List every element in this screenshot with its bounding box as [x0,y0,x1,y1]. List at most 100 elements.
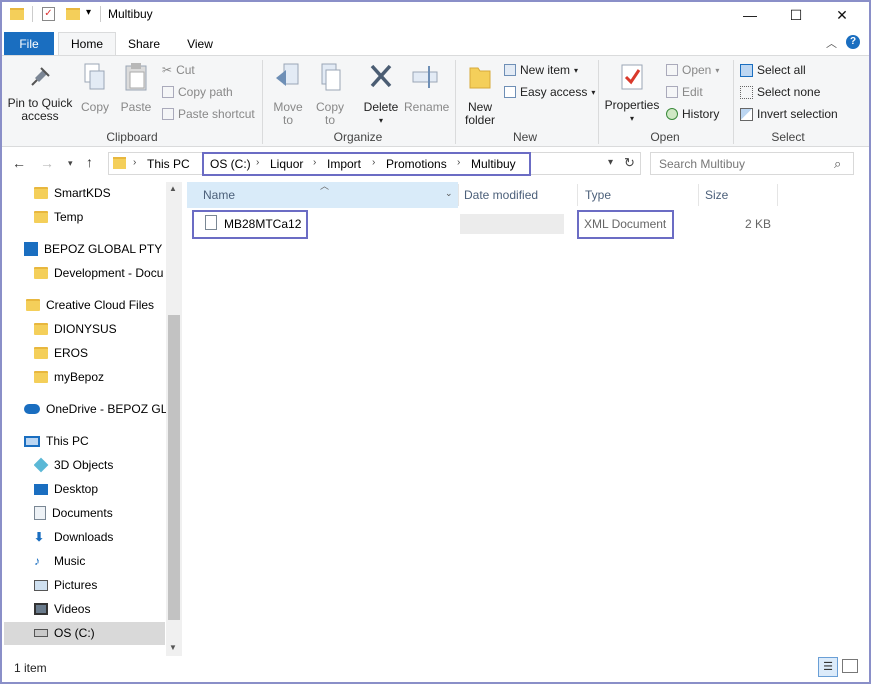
breadcrumb-multibuy[interactable]: Multibuy [471,157,516,171]
large-icons-view-icon[interactable] [842,659,858,673]
nav-item-development-docs[interactable]: Development - Docu [34,262,166,284]
pin-quick-access-button[interactable]: Pin to Quick access [6,64,74,123]
file-size: 2 KB [744,217,771,231]
forward-arrow-icon[interactable]: → [40,155,54,171]
move-to-button[interactable]: Move to [268,62,308,127]
copy-to-icon [321,63,341,91]
chevron-down-icon: ▾ [715,65,720,75]
nav-item-3d-objects[interactable]: 3D Objects [34,454,164,476]
back-arrow-icon[interactable]: ← [12,155,26,171]
edit-button[interactable]: Edit [666,85,703,99]
nav-item-documents[interactable]: Documents [34,502,164,524]
cut-button[interactable]: ✂ Cut [162,63,195,77]
chevron-down-icon: ▾ [591,87,596,97]
recent-locations-icon[interactable]: ▾ [68,158,73,169]
select-all-button[interactable]: Select all [740,63,806,77]
paste-shortcut-button[interactable]: Paste shortcut [162,107,255,121]
qat-dropdown-icon[interactable]: ▾ [86,7,91,18]
scroll-down-icon[interactable]: ▼ [169,643,177,652]
nav-label: Music [54,554,86,568]
nav-item-smartkds[interactable]: SmartKDS [34,182,164,204]
tab-share[interactable]: Share [120,32,168,55]
nav-label: myBepoz [54,370,105,384]
breadcrumb-os-c[interactable]: OS (C:) [210,157,251,171]
invert-selection-label: Invert selection [757,107,838,121]
column-divider [458,184,459,206]
scroll-up-icon[interactable]: ▲ [169,184,177,193]
delete-button[interactable]: Delete ▾ [360,62,402,127]
delete-label: Delete [363,100,399,114]
invert-selection-button[interactable]: Invert selection [740,107,838,121]
help-icon[interactable]: ? [846,35,860,49]
nav-item-os-c[interactable]: OS (C:) [34,622,164,644]
history-icon [666,108,678,120]
tab-file[interactable]: File [4,32,54,55]
nav-label: 3D Objects [54,458,114,472]
breadcrumb-this-pc[interactable]: This PC [147,157,190,171]
tab-view[interactable]: View [176,32,224,55]
nav-item-music[interactable]: ♪ Music [34,550,164,572]
open-group-label: Open [650,130,680,144]
select-none-button[interactable]: Select none [740,85,820,99]
breadcrumb-liquor[interactable]: Liquor [270,157,303,171]
details-view-icon[interactable]: ☰ [818,657,838,677]
address-dropdown-icon[interactable]: ▾ [608,157,613,168]
column-header-size[interactable]: Size [705,182,775,208]
copy-path-button[interactable]: Copy path [162,85,233,99]
new-folder-qat-icon[interactable] [66,8,80,20]
copy-to-button[interactable]: Copy to [310,62,350,127]
nav-item-mybepoz[interactable]: myBepoz [34,366,164,388]
refresh-icon[interactable]: ↻ [624,155,635,171]
breadcrumb-import[interactable]: Import [327,157,361,171]
properties-qat-icon[interactable]: ✓ [42,7,55,21]
divider [32,6,33,22]
open-button[interactable]: Open ▾ [666,63,719,77]
file-type: XML Document [584,217,667,231]
maximize-button[interactable]: ☐ [773,2,819,28]
nav-item-onedrive[interactable]: OneDrive - BEPOZ GLC [24,398,166,420]
close-button[interactable]: ✕ [819,2,865,28]
new-folder-button[interactable]: New folder [460,62,500,127]
new-group-label: New [512,130,537,144]
nav-label: Documents [52,506,113,520]
column-header-name[interactable]: Name [203,182,453,208]
nav-item-bepoz-global[interactable]: BEPOZ GLOBAL PTY LI [24,238,166,260]
history-button[interactable]: History [666,107,719,121]
move-to-label: Move to [273,100,303,127]
paste-shortcut-icon [162,108,174,120]
nav-scrollbar-thumb[interactable] [168,315,180,620]
nav-item-desktop[interactable]: Desktop [34,478,164,500]
up-arrow-icon[interactable]: ↑ [86,154,93,170]
minimize-button[interactable]: — [727,2,773,28]
file-name[interactable]: MB28MTCa12 [224,217,301,231]
status-item-count: 1 item [14,661,47,675]
nav-item-this-pc[interactable]: This PC [24,430,164,452]
nav-item-downloads[interactable]: ⬇ Downloads [34,526,164,548]
paste-button[interactable]: Paste [118,62,154,114]
nav-item-pictures[interactable]: Pictures [34,574,164,596]
nav-item-eros[interactable]: EROS [34,342,164,364]
nav-item-videos[interactable]: Videos [34,598,164,620]
tab-home[interactable]: Home [58,32,116,55]
nav-item-dionysus[interactable]: DIONYSUS [34,318,164,340]
search-input[interactable]: Search Multibuy [650,152,854,175]
easy-access-button[interactable]: Easy access ▾ [504,85,595,99]
column-filter-icon[interactable]: ⌄ [445,188,453,199]
column-header-type[interactable]: Type [585,182,695,208]
nav-label: Temp [54,210,84,224]
search-icon[interactable]: ⌕ [834,156,841,172]
copy-button[interactable]: Copy [78,62,112,114]
rename-button[interactable]: Rename [404,62,449,114]
new-item-button[interactable]: New item ▾ [504,63,578,77]
properties-button[interactable]: Properties ▾ [604,62,660,125]
chevron-right-icon: › [133,157,137,168]
nav-label: DIONYSUS [54,322,117,336]
properties-dropdown-icon[interactable]: ▾ [604,112,660,125]
nav-item-temp[interactable]: Temp [34,206,164,228]
collapse-ribbon-icon[interactable]: ︿ [826,35,837,51]
column-header-date-modified[interactable]: Date modified [464,182,574,208]
delete-dropdown-icon[interactable]: ▾ [360,114,402,127]
select-all-label: Select all [757,63,806,77]
breadcrumb-promotions[interactable]: Promotions [386,157,447,171]
nav-item-creative-cloud[interactable]: Creative Cloud Files [26,294,166,316]
